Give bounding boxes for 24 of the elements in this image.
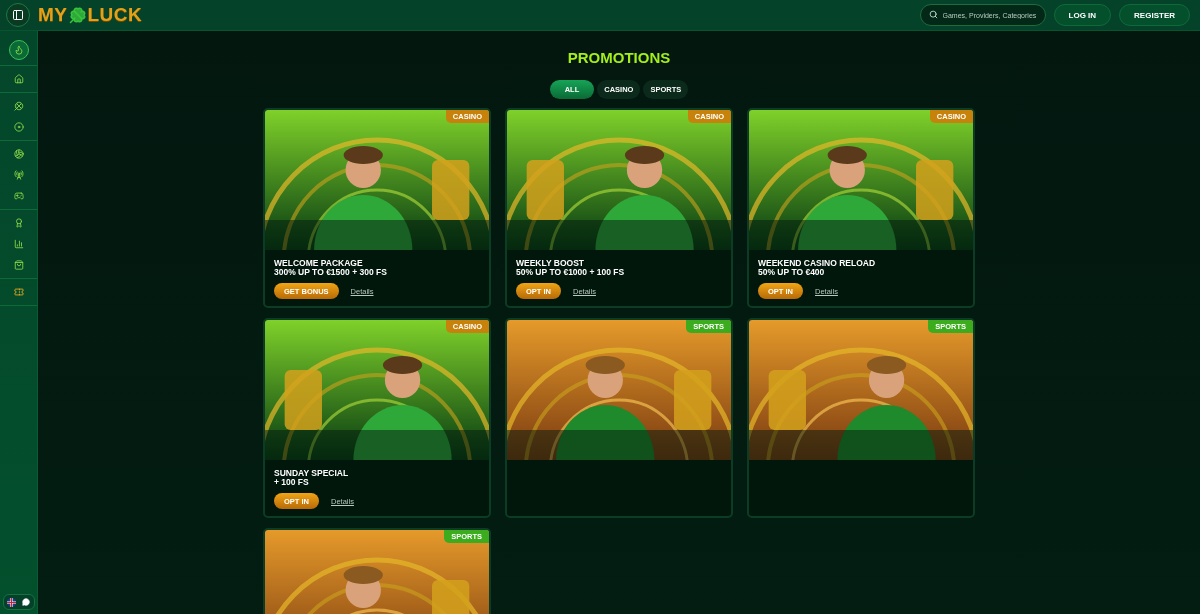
antenna-icon bbox=[13, 170, 24, 180]
panel-icon bbox=[12, 9, 24, 21]
chip-icon bbox=[13, 122, 24, 132]
search-icon bbox=[928, 10, 938, 19]
flame-icon bbox=[13, 45, 24, 55]
register-button[interactable]: REGISTER bbox=[1119, 4, 1190, 26]
bag-icon bbox=[13, 260, 24, 270]
ball-icon bbox=[13, 149, 24, 159]
promotion-title: WEEKLY BOOST 50% UP TO €1000 + 100 FS bbox=[516, 259, 626, 277]
gamepad-icon bbox=[13, 191, 24, 201]
login-button[interactable]: LOG IN bbox=[1053, 4, 1112, 26]
award-icon bbox=[13, 218, 24, 228]
promotion-title: WEEKEND CASINO RELOAD 50% UP TO €400 bbox=[758, 259, 877, 277]
chat-icon[interactable] bbox=[22, 598, 31, 606]
page-title: PROMOTIONS bbox=[567, 49, 671, 66]
ticket-icon bbox=[13, 287, 24, 297]
sidebar-item[interactable] bbox=[8, 40, 29, 60]
flag-icon bbox=[6, 597, 16, 607]
home-icon bbox=[13, 74, 24, 84]
promotion-title: SUNDAY SPECIAL + 100 FS bbox=[274, 469, 350, 487]
chart-icon bbox=[13, 239, 24, 249]
logo[interactable]: MY LUCK bbox=[38, 4, 143, 26]
promotion-title: WELCOME PACKAGE 300% UP TO €1500 + 300 FS bbox=[274, 259, 388, 277]
sidebar-toggle[interactable] bbox=[6, 3, 30, 27]
